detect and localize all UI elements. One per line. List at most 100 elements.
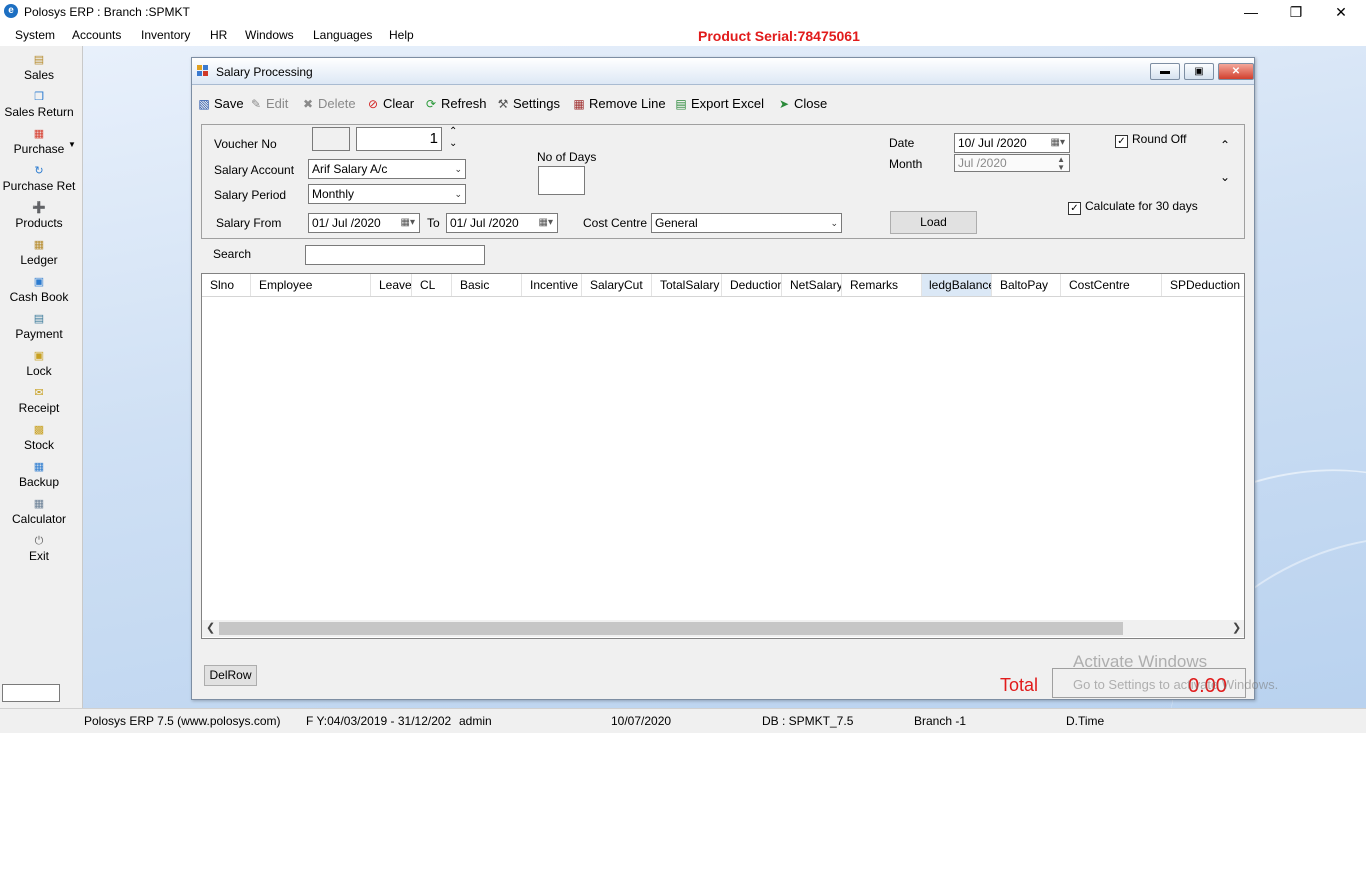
column-header[interactable]: Leaves xyxy=(371,274,412,296)
export-excel-button[interactable]: ▤ Export Excel xyxy=(674,96,764,111)
sidebar-item-sales[interactable]: ▤ Sales xyxy=(0,54,78,82)
scrollbar-thumb[interactable] xyxy=(219,622,1123,635)
app-logo-icon: e xyxy=(4,4,18,18)
sidebar-item-exit[interactable]: ⏻ Exit xyxy=(0,535,78,563)
stock-icon: ▩ xyxy=(33,424,45,436)
column-header[interactable]: Incentive xyxy=(522,274,582,296)
scroll-down-icon[interactable]: ⌄ xyxy=(1220,170,1230,184)
menu-bar: System Accounts Inventory HR Windows Lan… xyxy=(0,24,1366,46)
search-input[interactable] xyxy=(305,245,485,265)
close-door-icon: ➤ xyxy=(778,97,790,111)
scroll-right-icon[interactable]: ❯ xyxy=(1232,621,1241,634)
salary-grid[interactable]: Slno Employee Leaves CL Basic Incentive … xyxy=(201,273,1245,639)
voucher-prefix-box[interactable] xyxy=(312,127,350,151)
checkbox-checked-icon: ✓ xyxy=(1115,135,1128,148)
cost-centre-select[interactable]: General ⌄ xyxy=(651,213,842,233)
window-maximize-icon[interactable]: ▣ xyxy=(1184,63,1214,80)
sidebar-item-purchase-ret[interactable]: ↻ Purchase Ret xyxy=(0,165,78,193)
column-header[interactable]: Employee xyxy=(251,274,371,296)
column-header[interactable]: NetSalary xyxy=(782,274,842,296)
minimize-icon[interactable]: — xyxy=(1236,2,1266,22)
scroll-up-icon[interactable]: ⌃ xyxy=(1220,138,1230,152)
receipt-icon: ✉ xyxy=(34,387,44,399)
settings-button[interactable]: ⚒ Settings xyxy=(496,96,560,111)
checkbox-checked-icon: ✓ xyxy=(1068,202,1081,215)
edit-button[interactable]: ✎ Edit xyxy=(249,96,288,111)
sidebar-item-receipt[interactable]: ✉ Receipt xyxy=(0,387,78,415)
search-label: Search xyxy=(213,247,252,261)
sidebar-item-cash-book[interactable]: ▣ Cash Book xyxy=(0,276,78,304)
column-header[interactable]: Slno xyxy=(202,274,251,296)
month-picker[interactable]: Jul /2020 ▲ ▼ xyxy=(954,154,1070,172)
sidebar-item-products[interactable]: ➕ Products xyxy=(0,202,78,230)
column-header[interactable]: BaltoPay xyxy=(992,274,1061,296)
menu-system[interactable]: System xyxy=(15,28,55,42)
status-fiscal-year: F Y:04/03/2019 - 31/12/202 xyxy=(306,714,452,728)
menu-hr[interactable]: HR xyxy=(210,28,227,42)
status-date: 10/07/2020 xyxy=(611,714,672,728)
to-label: To xyxy=(427,216,440,230)
sidebar-item-stock[interactable]: ▩ Stock xyxy=(0,424,78,452)
remove-line-button[interactable]: ▦ Remove Line xyxy=(572,96,665,111)
sidebar-item-ledger[interactable]: ▦ Ledger xyxy=(0,239,78,267)
sidebar-item-sales-return[interactable]: ❒ Sales Return xyxy=(0,91,78,119)
column-header[interactable]: SPDeduction xyxy=(1162,274,1244,296)
salary-account-select[interactable]: Arif Salary A/c ⌄ xyxy=(308,159,466,179)
voucher-no-label: Voucher No xyxy=(214,137,277,151)
horizontal-scrollbar[interactable]: ❮ ❯ xyxy=(202,620,1244,637)
restore-icon[interactable]: ❐ xyxy=(1281,2,1311,22)
sidebar-item-lock[interactable]: ▣ Lock xyxy=(0,350,78,378)
delrow-button[interactable]: DelRow xyxy=(204,665,257,686)
date-picker[interactable]: 10/ Jul /2020 ▦▾ xyxy=(954,133,1070,153)
round-off-checkbox[interactable]: ✓ Round Off xyxy=(1115,132,1186,148)
salary-period-select[interactable]: Monthly ⌄ xyxy=(308,184,466,204)
sidebar-item-payment[interactable]: ▤ Payment xyxy=(0,313,78,341)
save-button[interactable]: ▧ Save xyxy=(197,96,243,111)
calculate-30-days-checkbox[interactable]: ✓ Calculate for 30 days xyxy=(1068,199,1198,215)
grid-header: Slno Employee Leaves CL Basic Incentive … xyxy=(202,274,1244,297)
purchase-icon: ▦ xyxy=(33,128,45,140)
save-icon: ▧ xyxy=(198,97,210,111)
edit-icon: ✎ xyxy=(250,97,262,111)
menu-languages[interactable]: Languages xyxy=(313,28,372,42)
sidebar-item-calculator[interactable]: ▦ Calculator xyxy=(0,498,78,526)
refresh-button[interactable]: ⟳ Refresh xyxy=(424,96,487,111)
menu-inventory[interactable]: Inventory xyxy=(141,28,190,42)
purchase-dropdown-icon[interactable]: ▼ xyxy=(68,140,76,149)
menu-accounts[interactable]: Accounts xyxy=(72,28,121,42)
column-header[interactable]: Remarks xyxy=(842,274,922,296)
close-icon[interactable]: ✕ xyxy=(1326,2,1356,22)
column-header[interactable]: CostCentre xyxy=(1061,274,1162,296)
window-close-icon[interactable]: ✕ xyxy=(1218,63,1254,80)
column-header[interactable]: SalaryCut xyxy=(582,274,652,296)
menu-help[interactable]: Help xyxy=(389,28,414,42)
load-button[interactable]: Load xyxy=(890,211,977,234)
scroll-left-icon[interactable]: ❮ xyxy=(206,621,215,634)
salary-to-date[interactable]: 01/ Jul /2020 ▦▾ xyxy=(446,213,558,233)
voucher-no-input[interactable]: 1 xyxy=(356,127,442,151)
backup-icon: ▦ xyxy=(33,461,45,473)
column-header[interactable]: CL xyxy=(412,274,452,296)
app-title: Polosys ERP : Branch :SPMKT xyxy=(24,5,190,19)
voucher-up-icon[interactable]: ⌃ xyxy=(449,126,457,137)
delete-button[interactable]: ✖ Delete xyxy=(301,96,356,111)
column-header[interactable]: Basic xyxy=(452,274,522,296)
clear-icon: ⊘ xyxy=(367,97,379,111)
exit-icon: ⏻ xyxy=(34,535,44,547)
clear-button[interactable]: ⊘ Clear xyxy=(366,96,414,111)
no-of-days-input[interactable] xyxy=(538,166,585,195)
column-header[interactable]: Deduction xyxy=(722,274,782,296)
watermark-title: Activate Windows xyxy=(1073,652,1208,671)
column-header[interactable]: TotalSalary xyxy=(652,274,722,296)
menu-windows[interactable]: Windows xyxy=(245,28,294,42)
date-label: Date xyxy=(889,136,915,150)
voucher-down-icon[interactable]: ⌄ xyxy=(449,138,457,149)
sidebar-item-backup[interactable]: ▦ Backup xyxy=(0,461,78,489)
close-button[interactable]: ➤ Close xyxy=(777,96,827,111)
sidebar-item-purchase[interactable]: ▦ Purchase xyxy=(0,128,78,156)
sidebar-quick-input[interactable] xyxy=(2,684,60,702)
export-excel-icon: ▤ xyxy=(675,97,687,111)
window-minimize-icon[interactable]: ▬ xyxy=(1150,63,1180,80)
salary-from-date[interactable]: 01/ Jul /2020 ▦▾ xyxy=(308,213,420,233)
column-header[interactable]: ledgBalance xyxy=(922,274,992,296)
